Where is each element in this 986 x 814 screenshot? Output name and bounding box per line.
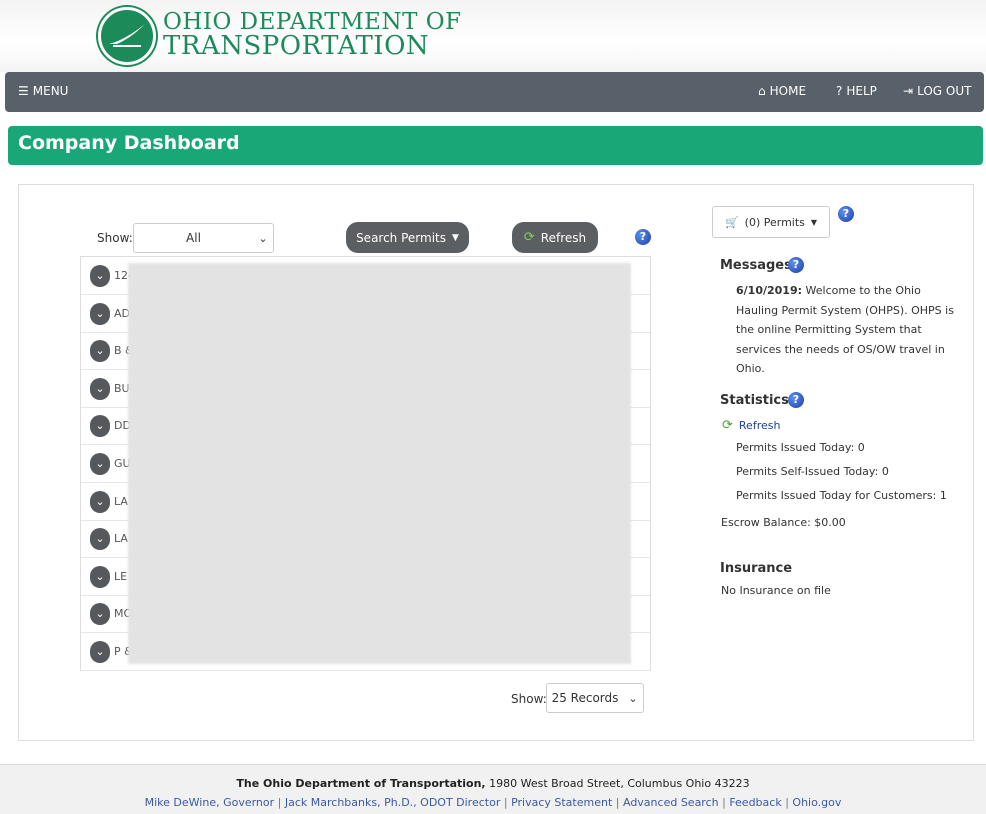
chevron-down-icon: ⌄ [628, 691, 638, 705]
question-icon: ? [836, 84, 843, 98]
show-filter-select[interactable]: All ⌄ [133, 223, 274, 253]
expand-chevron-icon[interactable]: ⌄ [90, 415, 110, 438]
messages-title: Messages [720, 258, 792, 273]
messages-section: Messages [720, 258, 792, 273]
message-date: 6/10/2019: [736, 284, 803, 297]
stat-issued-for-customers: Permits Issued Today for Customers: 1 [736, 489, 947, 502]
footer-street: 1980 West Broad Street, Columbus Ohio 43… [489, 777, 750, 790]
expand-chevron-icon[interactable]: ⌄ [90, 453, 110, 475]
search-permits-label: Search Permits [356, 230, 446, 245]
footer-address: The Ohio Department of Transportation, 1… [0, 777, 986, 790]
message-text: 6/10/2019: Welcome to the Ohio Hauling P… [736, 281, 961, 379]
footer-link[interactable]: Ohio.gov [792, 796, 841, 809]
refresh-label: Refresh [540, 230, 587, 245]
expand-chevron-icon[interactable]: ⌄ [90, 565, 110, 588]
insurance-title: Insurance [720, 561, 793, 576]
hamburger-icon: ☰ [18, 84, 29, 98]
odot-logo-icon[interactable] [98, 7, 156, 65]
statistics-refresh-link[interactable]: ⟳ Refresh [722, 418, 780, 433]
statistics-title: Statistics [720, 393, 789, 408]
statistics-help-icon[interactable]: ? [788, 392, 804, 408]
company-name: LE [114, 569, 128, 583]
permit-cart-button[interactable]: 🛒 (0) Permits ▼ [712, 206, 830, 238]
expand-chevron-icon[interactable]: ⌄ [90, 340, 110, 363]
cart-help-icon[interactable]: ? [838, 206, 854, 222]
footer-links: Mike DeWine, Governor | Jack Marchbanks,… [144, 796, 842, 809]
caret-down-icon: ▼ [452, 232, 459, 243]
messages-help-icon[interactable]: ? [788, 257, 804, 273]
logout-link[interactable]: ⇥ LOG OUT [903, 84, 971, 98]
footer-link[interactable]: Jack Marchbanks, Ph.D., ODOT Director [285, 796, 500, 809]
refresh-icon: ⟳ [722, 418, 733, 433]
page-title-bar: Company Dashboard [8, 126, 983, 165]
records-per-page-select[interactable]: 25 Records ⌄ [546, 683, 644, 713]
expand-chevron-icon[interactable]: ⌄ [90, 641, 110, 663]
stat-self-issued-today: Permits Self-Issued Today: 0 [736, 465, 889, 478]
menu-label: MENU [32, 84, 69, 98]
menu-button[interactable]: ☰ MENU [18, 84, 68, 98]
help-label: HELP [846, 84, 877, 98]
records-show-label: Show: [511, 692, 547, 706]
footer-org: The Ohio Department of Transportation, [236, 777, 486, 790]
stat-issued-today: Permits Issued Today: 0 [736, 441, 865, 454]
logo-title-line2: TRANSPORTATION [163, 31, 430, 61]
records-per-page-value: 25 Records [551, 691, 619, 705]
footer-link[interactable]: Feedback [729, 796, 781, 809]
expand-chevron-icon[interactable]: ⌄ [90, 603, 110, 626]
company-name: LA [114, 494, 128, 508]
logout-label: LOG OUT [917, 84, 972, 98]
show-filter-label: Show: [97, 231, 133, 245]
help-icon[interactable]: ? [635, 229, 651, 245]
statistics-section: Statistics [720, 393, 789, 408]
expand-chevron-icon[interactable]: ⌄ [90, 528, 110, 551]
refresh-button[interactable]: ⟳ Refresh [512, 222, 598, 253]
show-filter-value: All [186, 231, 201, 245]
expand-chevron-icon[interactable]: ⌄ [90, 265, 110, 287]
main-navbar: ☰ MENU ⌂ HOME ? HELP ⇥ LOG OUT [5, 72, 984, 112]
statistics-refresh-label: Refresh [738, 419, 781, 432]
chevron-down-icon: ⌄ [258, 231, 268, 245]
expand-chevron-icon[interactable]: ⌄ [90, 377, 110, 400]
escrow-balance: Escrow Balance: $0.00 [721, 516, 846, 529]
footer-link[interactable]: Advanced Search [623, 796, 719, 809]
logout-icon: ⇥ [903, 84, 914, 98]
help-link[interactable]: ? HELP [836, 84, 877, 98]
message-body: Welcome to the Ohio Hauling Permit Syste… [736, 284, 954, 375]
home-link[interactable]: ⌂ HOME [758, 84, 806, 98]
caret-down-icon: ▼ [810, 217, 818, 227]
insurance-section: Insurance [720, 561, 792, 576]
search-permits-button[interactable]: Search Permits ▼ [346, 222, 469, 253]
refresh-icon: ⟳ [523, 230, 535, 245]
insurance-status: No Insurance on file [721, 584, 831, 597]
footer-link[interactable]: Mike DeWine, Governor [145, 796, 275, 809]
page-title: Company Dashboard [18, 132, 240, 154]
expand-chevron-icon[interactable]: ⌄ [90, 490, 110, 513]
cart-label: (0) Permits [744, 215, 805, 229]
company-name: LA [114, 532, 128, 546]
cart-icon: 🛒 [724, 215, 739, 229]
home-label: HOME [769, 84, 807, 98]
expand-chevron-icon[interactable]: ⌄ [90, 302, 110, 325]
home-icon: ⌂ [758, 84, 766, 98]
footer-link[interactable]: Privacy Statement [511, 796, 612, 809]
redacted-overlay [128, 263, 631, 664]
page-footer: The Ohio Department of Transportation, 1… [0, 764, 986, 814]
